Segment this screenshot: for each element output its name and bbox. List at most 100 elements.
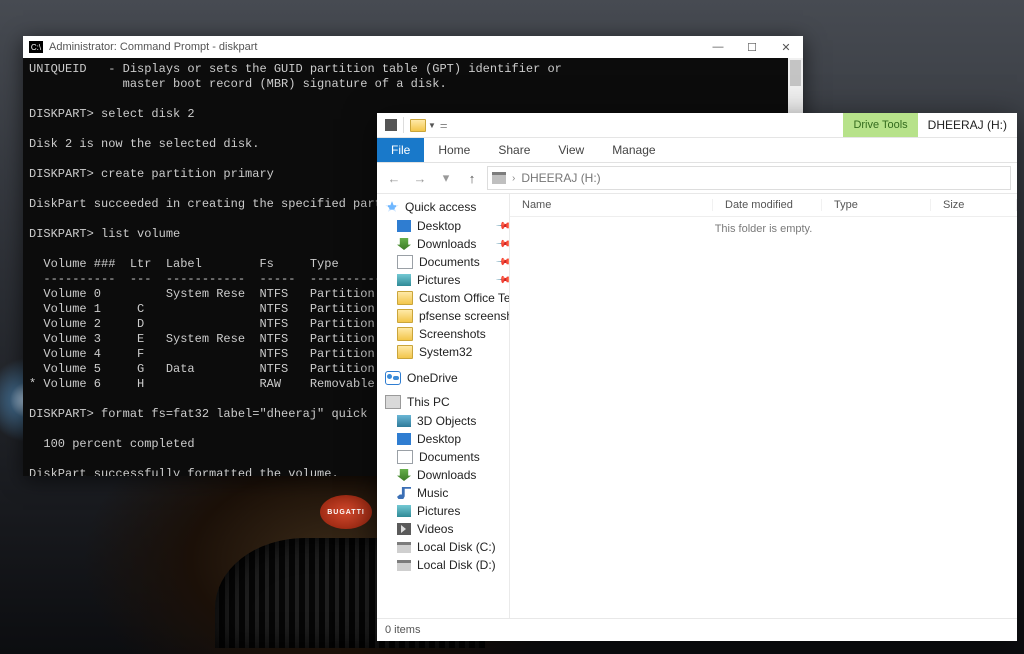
nav-item[interactable]: System32 [385, 343, 509, 361]
qat-customize-icon[interactable]: = [440, 118, 448, 133]
ribbon-tab-view[interactable]: View [544, 138, 598, 162]
nav-item[interactable]: Music [385, 484, 509, 502]
nav-item-label: Desktop [417, 219, 461, 233]
ribbon-tab-home[interactable]: Home [424, 138, 484, 162]
cmd-minimize-button[interactable]: — [701, 36, 735, 58]
nav-item-label: Music [417, 486, 448, 500]
properties-icon[interactable] [385, 119, 397, 131]
navigation-pane[interactable]: Quick accessDesktop📌Downloads📌Documents📌… [377, 194, 510, 618]
vid-icon [397, 523, 411, 535]
nav-item[interactable]: Downloads [385, 466, 509, 484]
nav-back-button[interactable]: ← [383, 167, 405, 189]
fld-icon [397, 345, 413, 359]
nav-item-label: System32 [419, 345, 472, 359]
col-date[interactable]: Date modified [713, 199, 822, 211]
contextual-tab-drive-tools[interactable]: Drive Tools [843, 113, 917, 137]
empty-folder-message: This folder is empty. [510, 217, 1017, 618]
pic-icon [397, 274, 411, 286]
nav-item-label: Documents [419, 450, 480, 464]
nav-group-header[interactable]: Quick access [385, 200, 509, 214]
dls-icon [397, 469, 411, 481]
fld-icon [397, 327, 413, 341]
nav-forward-button[interactable]: → [409, 167, 431, 189]
nav-item-label: Downloads [417, 237, 476, 251]
mus-icon [397, 487, 411, 499]
new-folder-icon[interactable] [410, 119, 426, 132]
nav-group-label: Quick access [405, 200, 476, 214]
address-bar[interactable]: › DHEERAJ (H:) [487, 166, 1011, 190]
nav-group-label: This PC [407, 395, 450, 409]
nav-item-label: Pictures [417, 273, 460, 287]
fld-icon [397, 309, 413, 323]
nav-up-button[interactable]: ↑ [461, 167, 483, 189]
nav-item[interactable]: Pictures 📌 [385, 271, 509, 289]
nav-group-header[interactable]: This PC [385, 395, 509, 409]
nav-item[interactable]: Screenshots [385, 325, 509, 343]
explorer-window-title: DHEERAJ (H:) [918, 118, 1017, 132]
file-explorer-window[interactable]: ▼ = Drive Tools DHEERAJ (H:) File Home S… [377, 113, 1017, 641]
nav-item-label: pfsense screenshots [419, 309, 510, 323]
nav-item[interactable]: Desktop 📌 [385, 217, 509, 235]
nav-item-label: Custom Office Templates [419, 291, 510, 305]
content-pane[interactable]: Name Date modified Type Size This folder… [510, 194, 1017, 618]
cmd-title-text: Administrator: Command Prompt - diskpart [49, 41, 257, 53]
dsk-icon [397, 220, 411, 232]
quick-access-toolbar: ▼ = Drive Tools DHEERAJ (H:) [377, 113, 1017, 138]
cmd-icon: C:\ [29, 41, 43, 53]
pic-icon [397, 505, 411, 517]
doc-icon [397, 255, 413, 269]
nav-item[interactable]: 3D Objects [385, 412, 509, 430]
star-icon [385, 201, 399, 213]
ribbon-tab-manage[interactable]: Manage [598, 138, 669, 162]
address-bar-row: ← → ▾ ↑ › DHEERAJ (H:) [377, 163, 1017, 194]
ribbon-tab-share[interactable]: Share [484, 138, 544, 162]
ribbon-tab-file[interactable]: File [377, 138, 424, 162]
nav-recent-dropdown-icon[interactable]: ▾ [435, 167, 457, 189]
col-size[interactable]: Size [931, 199, 1017, 211]
nav-group-label: OneDrive [407, 371, 458, 385]
nav-item-label: Desktop [417, 432, 461, 446]
nav-item-label: Videos [417, 522, 453, 536]
pin-icon: 📌 [494, 218, 510, 235]
nav-item-label: Screenshots [419, 327, 486, 341]
nav-item-label: Downloads [417, 468, 476, 482]
col-type[interactable]: Type [822, 199, 931, 211]
address-text: DHEERAJ (H:) [521, 171, 600, 185]
column-headers[interactable]: Name Date modified Type Size [510, 194, 1017, 217]
drive-icon [492, 172, 506, 184]
status-bar: 0 items [377, 618, 1017, 641]
doc-icon [397, 450, 413, 464]
nav-item[interactable]: Videos [385, 520, 509, 538]
wallpaper-badge: BUGATTI [320, 495, 372, 529]
fld-icon [397, 291, 413, 305]
obj-icon [397, 415, 411, 427]
qat-dropdown-icon[interactable]: ▼ [428, 121, 436, 130]
nav-item-label: Local Disk (C:) [417, 540, 496, 554]
cmd-titlebar[interactable]: C:\ Administrator: Command Prompt - disk… [23, 36, 803, 58]
pin-icon: 📌 [494, 272, 510, 289]
drv-icon [397, 542, 411, 553]
cmd-maximize-button[interactable]: ☐ [735, 36, 769, 58]
nav-item[interactable]: Pictures [385, 502, 509, 520]
nav-item[interactable]: pfsense screenshots [385, 307, 509, 325]
nav-group-header[interactable]: OneDrive [385, 371, 509, 385]
nav-item[interactable]: Custom Office Templates [385, 289, 509, 307]
col-name[interactable]: Name [510, 199, 713, 211]
nav-item-label: Local Disk (D:) [417, 558, 496, 572]
nav-item[interactable]: Desktop [385, 430, 509, 448]
pin-icon: 📌 [494, 254, 510, 271]
pc-icon [385, 395, 401, 409]
nav-item[interactable]: Downloads📌 [385, 235, 509, 253]
cmd-close-button[interactable]: ✕ [769, 36, 803, 58]
breadcrumb-chevron-icon[interactable]: › [512, 173, 515, 184]
cmd-scroll-thumb[interactable] [790, 60, 801, 86]
dls-icon [397, 238, 411, 250]
nav-item-label: 3D Objects [417, 414, 476, 428]
one-icon [385, 371, 401, 385]
drv-icon [397, 560, 411, 571]
ribbon-tabs: File Home Share View Manage [377, 138, 1017, 163]
nav-item[interactable]: Local Disk (D:) [385, 556, 509, 574]
nav-item[interactable]: Documents📌 [385, 253, 509, 271]
nav-item[interactable]: Local Disk (C:) [385, 538, 509, 556]
nav-item[interactable]: Documents [385, 448, 509, 466]
